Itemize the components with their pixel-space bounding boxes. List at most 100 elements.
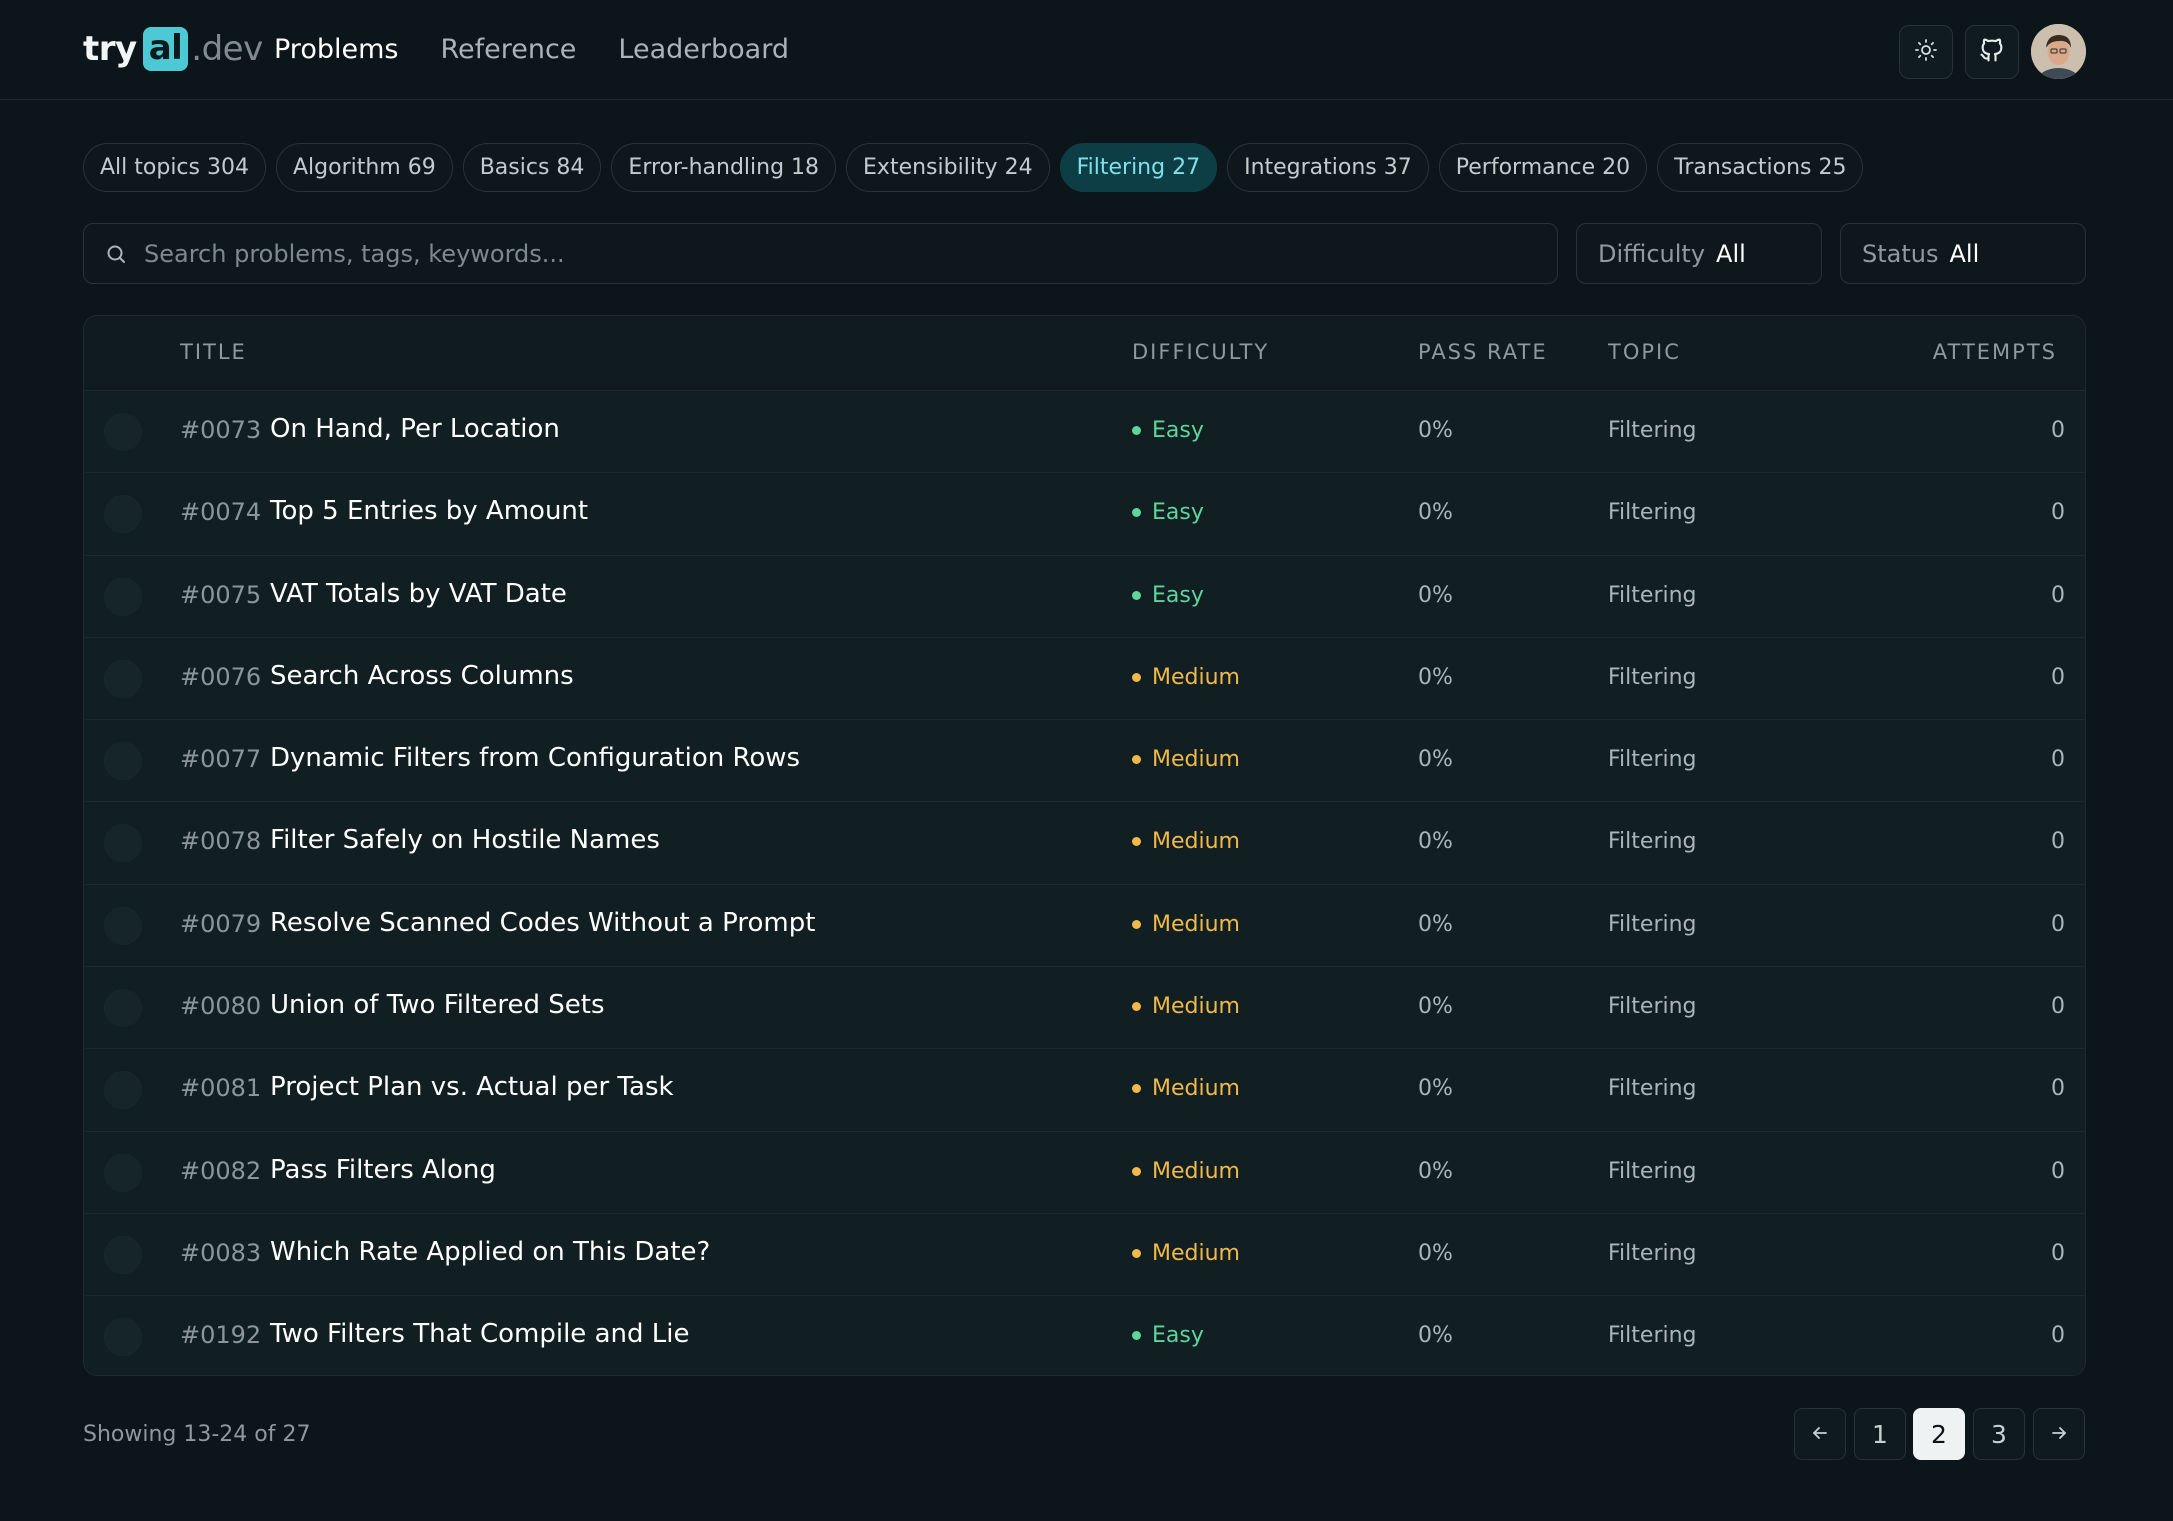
- attempts-count: 0: [2051, 1323, 2065, 1349]
- problem-number: #0074: [180, 498, 262, 527]
- table-row[interactable]: #0076 Search Across Columns Medium 0% Filter…: [84, 636, 2085, 720]
- difficulty-label: Medium: [1152, 664, 1240, 690]
- difficulty-dot-icon: [1132, 426, 1141, 435]
- table-row[interactable]: #0081 Project Plan vs. Actual per Task Med…: [84, 1048, 2085, 1131]
- search-input[interactable]: [144, 239, 1524, 268]
- topic-chip-all[interactable]: All topics 304: [83, 143, 266, 192]
- theme-toggle-button[interactable]: [1899, 25, 1953, 79]
- table-row[interactable]: #0082 Pass Filters Along Medium 0% Filtering…: [84, 1130, 2085, 1213]
- difficulty-label: Medium: [1152, 829, 1240, 855]
- table-row[interactable]: #0074 Top 5 Entries by Amount Easy 0% Filter…: [84, 472, 2085, 555]
- table-row[interactable]: #0080 Union of Two Filtered Sets Medium 0% F…: [84, 966, 2085, 1049]
- user-avatar[interactable]: [2031, 24, 2086, 79]
- nav-problems[interactable]: Problems: [274, 30, 398, 70]
- problem-title[interactable]: Dynamic Filters from Configuration Rows: [270, 743, 800, 773]
- header-difficulty[interactable]: DIFFICULTY: [1132, 340, 1269, 364]
- status-indicator[interactable]: [104, 577, 142, 616]
- main-nav: Problems Reference Leaderboard: [274, 30, 831, 70]
- difficulty-dot-icon: [1132, 837, 1141, 847]
- status-indicator[interactable]: [104, 742, 142, 781]
- problem-title[interactable]: Two Filters That Compile and Lie: [270, 1319, 689, 1349]
- table-row[interactable]: #0192 Two Filters That Compile and Lie Eas…: [84, 1295, 2085, 1375]
- status-indicator[interactable]: [104, 495, 142, 534]
- problem-number: #0083: [180, 1238, 262, 1267]
- table-row[interactable]: #0078 Filter Safely on Hostile Names Mediu…: [84, 801, 2085, 884]
- page-3-button[interactable]: 3: [1973, 1408, 2025, 1460]
- nav-leaderboard[interactable]: Leaderboard: [618, 30, 789, 70]
- pass-rate: 0%: [1418, 1240, 1453, 1266]
- problem-title[interactable]: Top 5 Entries by Amount: [270, 496, 588, 526]
- top-header: try al .dev Problems Reference Leaderboa…: [0, 0, 2173, 100]
- problem-title[interactable]: Which Rate Applied on This Date?: [270, 1237, 710, 1267]
- problem-number: #0080: [180, 992, 262, 1021]
- problem-title[interactable]: Union of Two Filtered Sets: [270, 990, 605, 1020]
- brand-logo[interactable]: try al .dev: [83, 26, 263, 72]
- status-indicator[interactable]: [104, 1318, 142, 1357]
- topic-label: Filtering: [1608, 500, 1697, 526]
- topic-chip-transactions[interactable]: Transactions 25: [1657, 143, 1864, 192]
- topic-chip-extensibility[interactable]: Extensibility 24: [846, 143, 1050, 192]
- header-title[interactable]: TITLE: [180, 340, 247, 364]
- status-indicator[interactable]: [104, 1235, 142, 1274]
- difficulty-label: Medium: [1152, 747, 1240, 773]
- topic-chip-integrations[interactable]: Integrations 37: [1227, 143, 1429, 192]
- table-row[interactable]: #0083 Which Rate Applied on This Date? Med…: [84, 1212, 2085, 1296]
- difficulty-badge: Medium: [1132, 747, 1240, 772]
- problem-title[interactable]: On Hand, Per Location: [270, 414, 560, 444]
- difficulty-dot-icon: [1132, 1166, 1141, 1176]
- topic-label: Filtering: [1608, 1240, 1697, 1266]
- page-2-button[interactable]: 2: [1913, 1408, 1965, 1460]
- pass-rate: 0%: [1418, 582, 1453, 608]
- header-pass-rate[interactable]: PASS RATE: [1418, 340, 1548, 364]
- difficulty-badge: Medium: [1132, 1076, 1240, 1101]
- problem-title[interactable]: Search Across Columns: [270, 661, 574, 691]
- nav-reference[interactable]: Reference: [440, 30, 576, 70]
- status-indicator[interactable]: [104, 659, 142, 698]
- brand-al: al: [142, 27, 189, 71]
- problem-title[interactable]: VAT Totals by VAT Date: [270, 579, 567, 609]
- table-row[interactable]: #0079 Resolve Scanned Codes Without a Pro…: [84, 883, 2085, 967]
- status-filter-select[interactable]: Status All: [1840, 223, 2086, 284]
- problem-title[interactable]: Pass Filters Along: [270, 1155, 496, 1185]
- topic-label: Filtering: [1608, 418, 1697, 443]
- prev-page-button[interactable]: [1794, 1408, 1846, 1460]
- status-indicator[interactable]: [104, 906, 142, 945]
- problem-title[interactable]: Project Plan vs. Actual per Task: [270, 1072, 674, 1102]
- topic-label: Filtering: [1608, 1076, 1697, 1102]
- status-indicator[interactable]: [104, 1153, 142, 1192]
- difficulty-badge: Easy: [1132, 1323, 1204, 1348]
- page-1-button[interactable]: 1: [1854, 1408, 1906, 1460]
- status-indicator[interactable]: [104, 989, 142, 1028]
- search-box: [83, 223, 1558, 284]
- topic-label: Filtering: [1608, 664, 1697, 690]
- attempts-count: 0: [2051, 994, 2065, 1020]
- pass-rate: 0%: [1418, 829, 1453, 855]
- status-indicator[interactable]: [104, 824, 142, 863]
- header-topic[interactable]: TOPIC: [1608, 340, 1681, 364]
- pass-rate: 0%: [1418, 664, 1453, 690]
- topic-chip-filtering[interactable]: Filtering 27: [1059, 143, 1218, 192]
- pass-rate: 0%: [1418, 418, 1453, 443]
- header-attempts[interactable]: ATTEMPTS: [1933, 340, 2057, 364]
- table-body: #0073 On Hand, Per Location Easy 0% Filterin…: [84, 390, 2085, 1375]
- next-page-button[interactable]: [2033, 1408, 2085, 1460]
- table-row[interactable]: #0077 Dynamic Filters from Configuration …: [84, 719, 2085, 802]
- table-row[interactable]: #0075 VAT Totals by VAT Date Easy 0% Filteri…: [84, 554, 2085, 637]
- github-button[interactable]: [1965, 25, 2019, 79]
- topic-chip-performance[interactable]: Performance 20: [1438, 143, 1648, 192]
- status-indicator[interactable]: [104, 413, 142, 451]
- table-row[interactable]: #0073 On Hand, Per Location Easy 0% Filterin…: [84, 390, 2085, 473]
- difficulty-dot-icon: [1132, 1248, 1141, 1258]
- brand-try: try: [83, 29, 137, 69]
- problem-title[interactable]: Resolve Scanned Codes Without a Prompt: [270, 908, 815, 938]
- difficulty-badge: Medium: [1132, 829, 1240, 854]
- topic-chip-error-handling[interactable]: Error-handling 18: [611, 143, 837, 192]
- difficulty-dot-icon: [1132, 1331, 1141, 1341]
- problem-number: #0081: [180, 1074, 262, 1103]
- status-indicator[interactable]: [104, 1071, 142, 1110]
- problem-title[interactable]: Filter Safely on Hostile Names: [270, 825, 660, 855]
- topic-chip-basics[interactable]: Basics 84: [462, 143, 602, 192]
- difficulty-filter-select[interactable]: Difficulty All: [1576, 223, 1822, 284]
- topic-chip-algorithm[interactable]: Algorithm 69: [275, 143, 453, 192]
- problem-number: #0077: [180, 745, 262, 774]
